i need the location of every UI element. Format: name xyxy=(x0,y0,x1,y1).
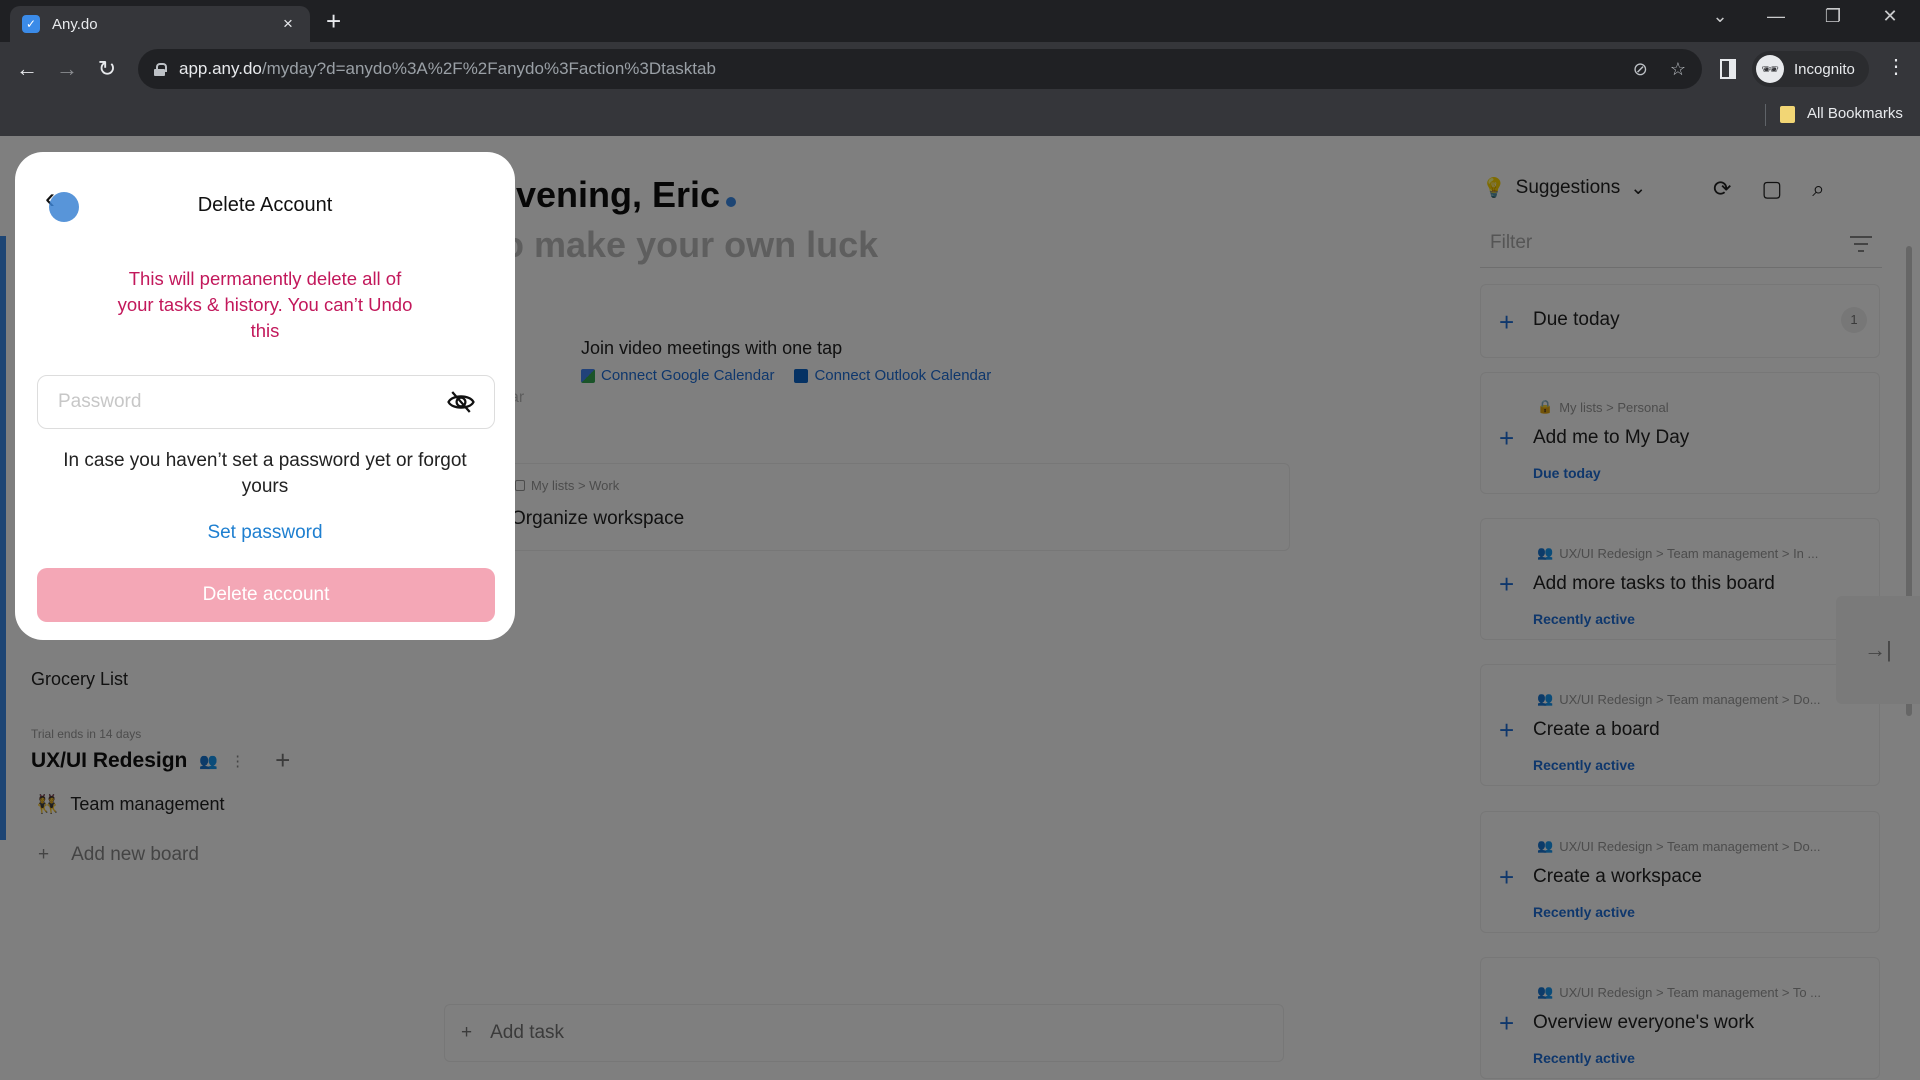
folder-icon xyxy=(1780,106,1795,123)
dialog-title: Delete Account xyxy=(197,194,333,216)
eye-off-icon[interactable]: ⊘ xyxy=(1633,59,1648,80)
tab-search-icon[interactable]: ⌄ xyxy=(1700,6,1740,27)
tab-close-icon[interactable]: × xyxy=(278,14,298,34)
lock-icon xyxy=(154,62,167,76)
delete-warning: This will permanently delete all of your… xyxy=(117,268,413,341)
bookmarks-bar: All Bookmarks xyxy=(0,96,1920,136)
incognito-profile-button[interactable]: 🕶 Incognito xyxy=(1752,51,1869,87)
delete-account-dialog: ‹ Delete Account This will permanently d… xyxy=(15,152,515,640)
incognito-icon: 🕶 xyxy=(1756,55,1784,83)
new-tab-button[interactable]: + xyxy=(326,8,341,34)
all-bookmarks-button[interactable]: All Bookmarks xyxy=(1807,105,1903,122)
back-icon[interactable]: ← xyxy=(12,54,42,84)
browser-tabstrip: ✓ Any.do × + ⌄ — ❐ ✕ xyxy=(0,0,1920,42)
password-help-text: In case you haven’t set a password yet o… xyxy=(63,450,467,497)
password-input[interactable] xyxy=(58,391,446,413)
tab-title: Any.do xyxy=(52,15,98,33)
bookmark-star-icon[interactable]: ☆ xyxy=(1670,59,1686,80)
forward-icon[interactable]: → xyxy=(52,54,82,84)
incognito-label: Incognito xyxy=(1794,60,1855,78)
eye-off-icon[interactable] xyxy=(446,387,476,417)
url-host: app.any.do xyxy=(179,59,262,78)
browser-menu-icon[interactable]: ⋮ xyxy=(1886,54,1906,79)
delete-account-button[interactable]: Delete account xyxy=(37,568,495,622)
minimize-icon[interactable]: — xyxy=(1756,6,1796,27)
password-field[interactable] xyxy=(37,375,495,429)
reload-icon[interactable]: ↻ xyxy=(92,54,122,84)
restore-icon[interactable]: ❐ xyxy=(1813,6,1853,27)
anydo-favicon-icon: ✓ xyxy=(22,15,40,33)
bookmarks-divider xyxy=(1765,104,1766,126)
address-bar[interactable]: app.any.do /myday?d=anydo%3A%2F%2Fanydo%… xyxy=(138,49,1702,89)
url-path: /myday?d=anydo%3A%2F%2Fanydo%3Faction%3D… xyxy=(261,59,716,78)
anydo-app: d Evening, Eric e to make your own luck … xyxy=(0,136,1920,1080)
browser-tab-anydo[interactable]: ✓ Any.do × xyxy=(10,6,310,42)
browser-toolbar: ← → ↻ app.any.do /myday?d=anydo%3A%2F%2F… xyxy=(0,42,1920,96)
set-password-link[interactable]: Set password xyxy=(15,522,515,544)
window-close-icon[interactable]: ✕ xyxy=(1870,6,1910,27)
side-panel-icon[interactable] xyxy=(1720,59,1736,79)
